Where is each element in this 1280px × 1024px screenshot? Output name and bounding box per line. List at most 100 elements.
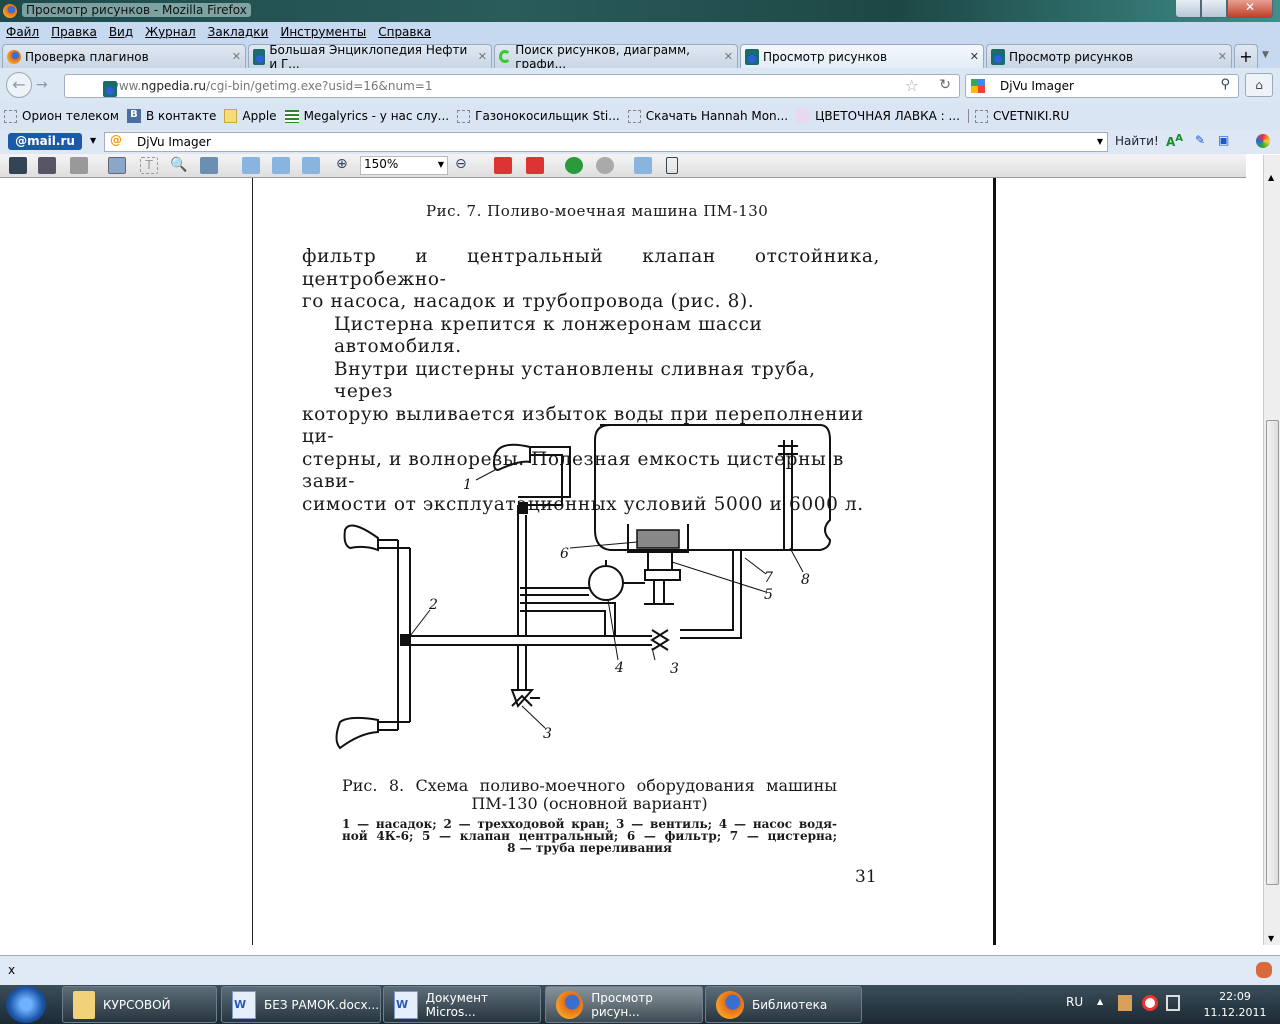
network-icon[interactable] <box>1166 995 1180 1011</box>
url-domain: ngpedia.ru <box>141 79 207 93</box>
forward-gray-icon[interactable] <box>596 157 614 174</box>
zoom-out-icon[interactable]: ⊖ <box>455 156 467 172</box>
mailru-search-input[interactable]: @ DjVu Imager ▼ <box>104 132 1108 152</box>
close-addon-bar-button[interactable]: x <box>8 963 15 977</box>
text-select-icon[interactable]: T <box>140 157 158 174</box>
reload-icon[interactable]: ↻ <box>939 77 951 93</box>
tab-label: Поиск рисунков, диаграмм, графи... <box>515 42 690 71</box>
language-indicator[interactable]: RU <box>1066 995 1083 1009</box>
tab-list-icon[interactable]: ▼ <box>1262 50 1269 60</box>
fit-page-icon[interactable] <box>242 157 260 174</box>
word-icon <box>394 990 418 1019</box>
clock[interactable]: 22:09 11.12.2011 <box>1200 989 1270 1021</box>
print-icon[interactable] <box>38 157 56 174</box>
bookmark-item[interactable]: Megalyrics - у нас слу... <box>284 109 449 123</box>
home-button[interactable]: ⌂ <box>1245 73 1273 97</box>
taskbar-item-word-1[interactable]: БЕЗ РАМОК.docx... <box>221 986 381 1023</box>
highlight-icon[interactable]: ✎ <box>1195 133 1205 147</box>
find-button[interactable]: Найти! <box>1115 134 1159 148</box>
close-tab-icon[interactable]: ✕ <box>1218 50 1227 63</box>
show-hidden-icons[interactable]: ▲ <box>1097 997 1103 1006</box>
zoom-select[interactable]: 150% ▼ <box>360 156 448 175</box>
restore-button[interactable] <box>1201 0 1227 18</box>
bookmark-item[interactable]: CVETNIKI.RU <box>967 109 1069 123</box>
font-size-icon[interactable]: AA <box>1166 133 1183 149</box>
close-tab-icon[interactable]: ✕ <box>232 50 241 63</box>
bookmark-item[interactable]: Apple <box>224 109 277 123</box>
tab-view-image-active[interactable]: Просмотр рисунков ✕ <box>740 44 984 68</box>
bookmark-item[interactable]: BВ контакте <box>126 109 216 123</box>
label-4: 4 <box>614 660 624 676</box>
window-title: Просмотр рисунков - Mozilla Firefox <box>22 3 251 17</box>
tray-icon-network-user[interactable] <box>1118 995 1132 1011</box>
back-green-icon[interactable] <box>565 157 583 174</box>
zoom-rect-icon[interactable] <box>200 157 218 174</box>
menu-bookmarks[interactable]: Закладки <box>208 25 269 39</box>
scroll-up-icon[interactable]: ▲ <box>1268 173 1274 182</box>
djvu-page-view[interactable]: Рис. 7. Поливо-моечная машина ПМ-130 фил… <box>0 178 1262 945</box>
zoom-in-icon[interactable]: ⊕ <box>336 156 348 172</box>
start-button[interactable] <box>6 986 46 1023</box>
tab-view-image[interactable]: Просмотр рисунков ✕ <box>986 44 1232 68</box>
bookmark-star-icon[interactable]: ☆ <box>905 76 919 95</box>
filter <box>636 529 680 549</box>
tray-icon-opera[interactable] <box>1142 995 1158 1011</box>
tab-search[interactable]: Поиск рисунков, диаграмм, графи... ✕ <box>494 42 738 71</box>
close-tab-icon[interactable]: ✕ <box>970 50 979 63</box>
scrollbar-thumb[interactable] <box>1266 420 1279 885</box>
scroll-down-icon[interactable]: ▼ <box>1268 934 1274 943</box>
three-way-valve <box>400 634 410 646</box>
taskbar-item-firefox-active[interactable]: Просмотр рисун... <box>545 986 703 1023</box>
save-icon[interactable] <box>9 157 27 174</box>
overflow-pipe <box>778 440 798 550</box>
three-way-valve-top <box>518 502 528 514</box>
taskbar-item-word-2[interactable]: Документ Micros... <box>383 986 541 1023</box>
forward-button[interactable]: → <box>36 77 48 93</box>
close-window-button[interactable]: ✕ <box>1227 0 1273 18</box>
dropdown-icon[interactable]: ▼ <box>90 136 96 145</box>
pump-to-valve <box>520 560 645 596</box>
url-bar[interactable]: www. ngpedia.ru/cgi-bin/getimg.exe?usid=1… <box>64 74 960 98</box>
search-bar[interactable]: DjVu Imager ⚲ <box>965 74 1239 98</box>
mailru-logo[interactable]: @mail.ru <box>8 133 82 150</box>
find-binoculars-icon[interactable] <box>70 157 88 174</box>
folder-icon <box>224 109 238 123</box>
layout-icon[interactable] <box>634 157 652 174</box>
new-tab-button[interactable]: + <box>1234 44 1258 68</box>
close-tab-icon[interactable]: ✕ <box>724 50 733 63</box>
page-search-icon[interactable]: ▣ <box>1218 133 1229 147</box>
bookmark-item[interactable]: Орион телеком <box>4 109 119 123</box>
actual-size-icon[interactable] <box>302 157 320 174</box>
taskbar-item-library[interactable]: Библиотека <box>705 986 862 1023</box>
globe-icon[interactable] <box>1256 134 1270 148</box>
tab-ngpedia[interactable]: Большая Энциклопедия Нефти и Г... ✕ <box>248 43 492 71</box>
menu-help[interactable]: Справка <box>378 25 431 39</box>
clock-date: 11.12.2011 <box>1203 1006 1267 1019</box>
menu-tools[interactable]: Инструменты <box>280 25 366 39</box>
label-5: 5 <box>764 587 773 603</box>
bookmark-item[interactable]: Газонокосильщик Sti... <box>457 109 620 123</box>
menu-history[interactable]: Журнал <box>145 25 196 39</box>
bookmark-item[interactable]: Скачать Hannah Mon... <box>627 109 788 123</box>
close-tab-icon[interactable]: ✕ <box>478 50 487 63</box>
vertical-scrollbar[interactable]: ▲ ▼ <box>1263 155 1280 945</box>
search-icon[interactable]: ⚲ <box>1220 77 1230 92</box>
prev-page-icon[interactable] <box>526 157 544 174</box>
addon-icon[interactable] <box>1256 962 1272 978</box>
bookmark-item[interactable]: ЦВЕТОЧНАЯ ЛАВКА : ... <box>796 109 960 123</box>
menu-file[interactable]: Файл <box>6 25 39 39</box>
tab-plugins[interactable]: Проверка плагинов ✕ <box>2 44 246 68</box>
menu-edit[interactable]: Правка <box>51 25 97 39</box>
hand-tool-icon[interactable] <box>108 157 126 174</box>
back-button[interactable]: ← <box>6 72 32 98</box>
zoom-tool-icon[interactable]: 🔍 <box>170 157 188 174</box>
minimize-button[interactable] <box>1175 0 1201 18</box>
info-icon[interactable] <box>666 157 678 174</box>
search-input[interactable]: DjVu Imager <box>1000 79 1074 93</box>
menu-view[interactable]: Вид <box>109 25 133 39</box>
fit-width-icon[interactable] <box>272 157 290 174</box>
dropdown-icon[interactable]: ▼ <box>1097 137 1103 146</box>
taskbar-item-folder[interactable]: КУРСОВОЙ <box>62 986 217 1023</box>
first-page-icon[interactable] <box>494 157 512 174</box>
menu-bar: Файл Правка Вид Журнал Закладки Инструме… <box>0 22 1280 42</box>
